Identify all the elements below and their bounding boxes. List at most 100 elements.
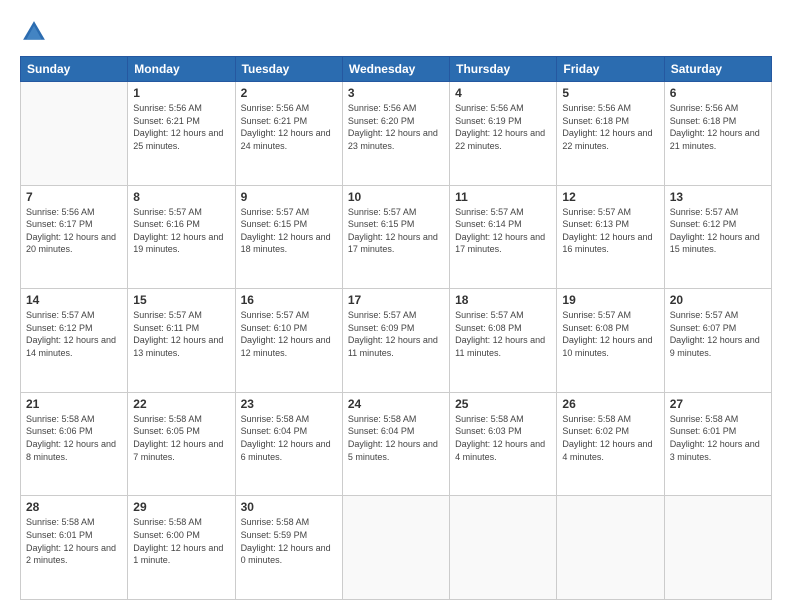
calendar-body: 1 Sunrise: 5:56 AMSunset: 6:21 PMDaylight… (21, 82, 772, 600)
day-info: Sunrise: 5:57 AMSunset: 6:11 PMDaylight:… (133, 309, 229, 359)
day-number: 6 (670, 86, 766, 100)
calendar-cell (664, 496, 771, 600)
calendar-cell: 10Sunrise: 5:57 AMSunset: 6:15 PMDayligh… (342, 185, 449, 289)
calendar-week-2: 7 Sunrise: 5:56 AMSunset: 6:17 PMDaylight… (21, 185, 772, 289)
calendar-cell: 24Sunrise: 5:58 AMSunset: 6:04 PMDayligh… (342, 392, 449, 496)
day-info: Sunrise: 5:56 AMSunset: 6:17 PMDaylight:… (26, 206, 122, 256)
day-number: 24 (348, 397, 444, 411)
calendar-cell: 11 Sunrise: 5:57 AMSunset: 6:14 PMDayligh… (450, 185, 557, 289)
day-info: Sunrise: 5:57 AMSunset: 6:10 PMDaylight:… (241, 309, 337, 359)
calendar-cell (557, 496, 664, 600)
day-info: Sunrise: 5:57 AMSunset: 6:16 PMDaylight:… (133, 206, 229, 256)
day-number: 22 (133, 397, 229, 411)
calendar-cell: 2Sunrise: 5:56 AMSunset: 6:21 PMDaylight… (235, 82, 342, 186)
calendar-cell: 28 Sunrise: 5:58 AMSunset: 6:01 PMDayligh… (21, 496, 128, 600)
day-number: 29 (133, 500, 229, 514)
page: SundayMondayTuesdayWednesdayThursdayFrid… (0, 0, 792, 612)
calendar-cell: 3Sunrise: 5:56 AMSunset: 6:20 PMDaylight… (342, 82, 449, 186)
header-day-wednesday: Wednesday (342, 57, 449, 82)
day-number: 26 (562, 397, 658, 411)
day-number: 25 (455, 397, 551, 411)
day-number: 18 (455, 293, 551, 307)
calendar-cell: 29 Sunrise: 5:58 AMSunset: 6:00 PMDayligh… (128, 496, 235, 600)
day-info: Sunrise: 5:58 AMSunset: 6:06 PMDaylight:… (26, 413, 122, 463)
day-number: 30 (241, 500, 337, 514)
logo-icon (20, 18, 48, 46)
day-number: 13 (670, 190, 766, 204)
day-number: 17 (348, 293, 444, 307)
calendar-table: SundayMondayTuesdayWednesdayThursdayFrid… (20, 56, 772, 600)
header-day-friday: Friday (557, 57, 664, 82)
day-number: 3 (348, 86, 444, 100)
day-info: Sunrise: 5:56 AMSunset: 6:19 PMDaylight:… (455, 102, 551, 152)
calendar-cell: 25 Sunrise: 5:58 AMSunset: 6:03 PMDayligh… (450, 392, 557, 496)
day-info: Sunrise: 5:58 AMSunset: 6:05 PMDaylight:… (133, 413, 229, 463)
calendar-week-1: 1 Sunrise: 5:56 AMSunset: 6:21 PMDaylight… (21, 82, 772, 186)
day-number: 7 (26, 190, 122, 204)
day-info: Sunrise: 5:57 AMSunset: 6:09 PMDaylight:… (348, 309, 444, 359)
calendar-week-3: 14Sunrise: 5:57 AMSunset: 6:12 PMDayligh… (21, 289, 772, 393)
calendar-cell: 13 Sunrise: 5:57 AMSunset: 6:12 PMDayligh… (664, 185, 771, 289)
day-info: Sunrise: 5:57 AMSunset: 6:12 PMDaylight:… (670, 206, 766, 256)
day-info: Sunrise: 5:58 AMSunset: 6:01 PMDaylight:… (26, 516, 122, 566)
day-info: Sunrise: 5:56 AMSunset: 6:21 PMDaylight:… (133, 102, 229, 152)
calendar-cell: 26 Sunrise: 5:58 AMSunset: 6:02 PMDayligh… (557, 392, 664, 496)
calendar-cell: 22 Sunrise: 5:58 AMSunset: 6:05 PMDayligh… (128, 392, 235, 496)
day-number: 9 (241, 190, 337, 204)
day-number: 21 (26, 397, 122, 411)
day-number: 19 (562, 293, 658, 307)
day-info: Sunrise: 5:57 AMSunset: 6:07 PMDaylight:… (670, 309, 766, 359)
calendar-header: SundayMondayTuesdayWednesdayThursdayFrid… (21, 57, 772, 82)
calendar-week-5: 28 Sunrise: 5:58 AMSunset: 6:01 PMDayligh… (21, 496, 772, 600)
calendar-cell: 7 Sunrise: 5:56 AMSunset: 6:17 PMDaylight… (21, 185, 128, 289)
calendar-week-4: 21 Sunrise: 5:58 AMSunset: 6:06 PMDayligh… (21, 392, 772, 496)
calendar-cell: 14Sunrise: 5:57 AMSunset: 6:12 PMDayligh… (21, 289, 128, 393)
calendar-cell: 30 Sunrise: 5:58 AMSunset: 5:59 PMDayligh… (235, 496, 342, 600)
calendar-cell (450, 496, 557, 600)
calendar-cell: 4Sunrise: 5:56 AMSunset: 6:19 PMDaylight… (450, 82, 557, 186)
header (20, 18, 772, 46)
day-info: Sunrise: 5:58 AMSunset: 6:00 PMDaylight:… (133, 516, 229, 566)
day-info: Sunrise: 5:58 AMSunset: 6:03 PMDaylight:… (455, 413, 551, 463)
day-info: Sunrise: 5:58 AMSunset: 5:59 PMDaylight:… (241, 516, 337, 566)
day-number: 14 (26, 293, 122, 307)
calendar-cell: 15 Sunrise: 5:57 AMSunset: 6:11 PMDayligh… (128, 289, 235, 393)
header-day-sunday: Sunday (21, 57, 128, 82)
calendar-cell: 20 Sunrise: 5:57 AMSunset: 6:07 PMDayligh… (664, 289, 771, 393)
calendar-cell: 1 Sunrise: 5:56 AMSunset: 6:21 PMDaylight… (128, 82, 235, 186)
day-number: 11 (455, 190, 551, 204)
day-number: 20 (670, 293, 766, 307)
calendar-cell: 9 Sunrise: 5:57 AMSunset: 6:15 PMDaylight… (235, 185, 342, 289)
day-number: 15 (133, 293, 229, 307)
day-number: 8 (133, 190, 229, 204)
day-info: Sunrise: 5:56 AMSunset: 6:18 PMDaylight:… (670, 102, 766, 152)
day-number: 16 (241, 293, 337, 307)
header-day-saturday: Saturday (664, 57, 771, 82)
day-info: Sunrise: 5:58 AMSunset: 6:02 PMDaylight:… (562, 413, 658, 463)
calendar-cell: 19Sunrise: 5:57 AMSunset: 6:08 PMDayligh… (557, 289, 664, 393)
day-number: 27 (670, 397, 766, 411)
calendar-cell (342, 496, 449, 600)
calendar-cell: 6 Sunrise: 5:56 AMSunset: 6:18 PMDaylight… (664, 82, 771, 186)
header-day-thursday: Thursday (450, 57, 557, 82)
calendar-cell: 16 Sunrise: 5:57 AMSunset: 6:10 PMDayligh… (235, 289, 342, 393)
day-number: 1 (133, 86, 229, 100)
calendar-cell: 18 Sunrise: 5:57 AMSunset: 6:08 PMDayligh… (450, 289, 557, 393)
logo (20, 18, 52, 46)
day-info: Sunrise: 5:57 AMSunset: 6:14 PMDaylight:… (455, 206, 551, 256)
calendar-cell (21, 82, 128, 186)
day-info: Sunrise: 5:57 AMSunset: 6:13 PMDaylight:… (562, 206, 658, 256)
day-info: Sunrise: 5:56 AMSunset: 6:18 PMDaylight:… (562, 102, 658, 152)
day-number: 28 (26, 500, 122, 514)
header-row: SundayMondayTuesdayWednesdayThursdayFrid… (21, 57, 772, 82)
day-number: 5 (562, 86, 658, 100)
day-info: Sunrise: 5:57 AMSunset: 6:15 PMDaylight:… (348, 206, 444, 256)
header-day-monday: Monday (128, 57, 235, 82)
day-info: Sunrise: 5:57 AMSunset: 6:15 PMDaylight:… (241, 206, 337, 256)
day-info: Sunrise: 5:57 AMSunset: 6:08 PMDaylight:… (455, 309, 551, 359)
day-info: Sunrise: 5:56 AMSunset: 6:21 PMDaylight:… (241, 102, 337, 152)
day-info: Sunrise: 5:58 AMSunset: 6:01 PMDaylight:… (670, 413, 766, 463)
calendar-cell: 23Sunrise: 5:58 AMSunset: 6:04 PMDayligh… (235, 392, 342, 496)
calendar-cell: 12Sunrise: 5:57 AMSunset: 6:13 PMDayligh… (557, 185, 664, 289)
calendar-cell: 21 Sunrise: 5:58 AMSunset: 6:06 PMDayligh… (21, 392, 128, 496)
